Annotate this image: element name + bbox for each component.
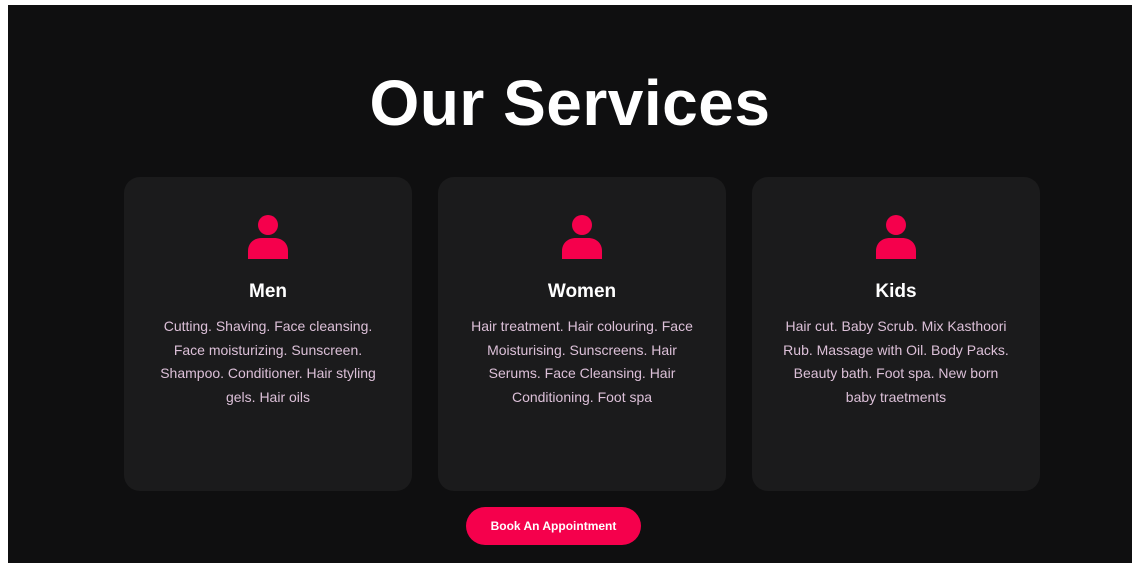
user-icon xyxy=(876,215,916,259)
book-appointment-button[interactable]: Book An Appointment xyxy=(466,507,641,545)
service-card-kids: Kids Hair cut. Baby Scrub. Mix Kasthoori… xyxy=(752,177,1040,491)
user-icon xyxy=(248,215,288,259)
service-title: Men xyxy=(249,281,287,302)
user-icon xyxy=(562,215,602,259)
service-description: Hair treatment. Hair colouring. Face Moi… xyxy=(471,318,693,405)
service-title: Women xyxy=(547,281,617,302)
service-description: Cutting. Shaving. Face cleansing. Face m… xyxy=(160,318,376,405)
service-title: Kids xyxy=(875,281,917,302)
service-cards: Men Cutting. Shaving. Face cleansing. Fa… xyxy=(124,177,1040,491)
section-title: Our Services xyxy=(369,67,771,139)
service-card-women: Women Hair treatment. Hair colouring. Fa… xyxy=(438,177,726,491)
service-description: Hair cut. Baby Scrub. Mix Kasthoori Rub.… xyxy=(783,318,1009,405)
service-card-men: Men Cutting. Shaving. Face cleansing. Fa… xyxy=(124,177,412,491)
services-section: Our Services Men Cutting. Shaving. Face … xyxy=(8,5,1132,563)
